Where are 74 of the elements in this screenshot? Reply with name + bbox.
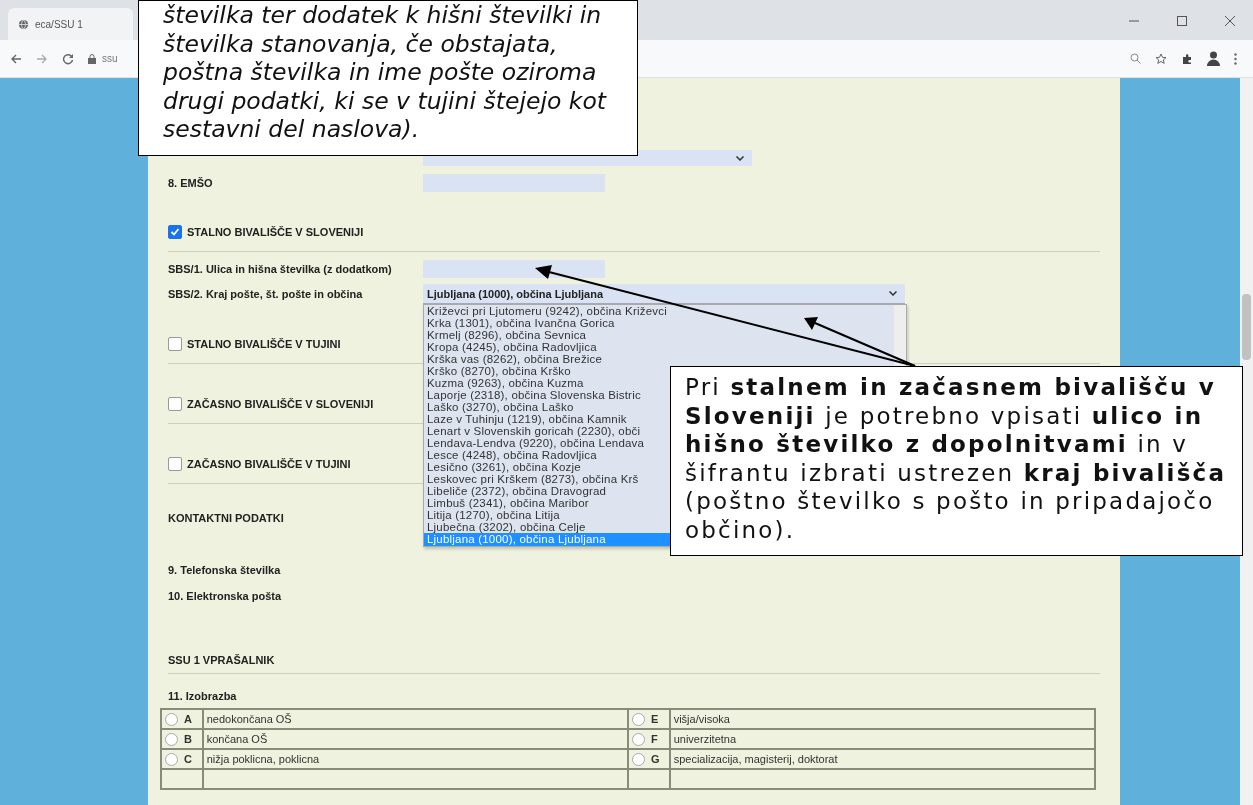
checkbox[interactable]	[168, 337, 182, 351]
option-letter: C	[184, 753, 192, 766]
radio-button[interactable]	[165, 712, 178, 726]
option-text: končana OŠ	[206, 733, 268, 745]
dropdown-option[interactable]: Leskovec pri Krškem (8273), občina Krš	[424, 473, 642, 485]
section-heading: SSU 1 VPRAŠALNIK	[168, 654, 275, 666]
dropdown-option[interactable]: Lendava-Lendva (9220), občina Lendava	[424, 437, 648, 449]
dropdown-option[interactable]: Križevci pri Ljutomeru (9242), občina Križevci	[424, 305, 670, 317]
field-label: 8. EMŠO	[168, 176, 214, 190]
checkbox[interactable]	[168, 457, 182, 471]
dropdown-option[interactable]: Lesično (3261), občina Kozje	[424, 461, 584, 473]
option-text: specializacija, magisterij, doktorat	[673, 753, 838, 765]
checkbox[interactable]	[168, 225, 182, 239]
avatar-icon[interactable]	[1207, 51, 1220, 66]
option-text: univerzitetna	[673, 733, 737, 745]
option-letter: B	[184, 733, 192, 746]
dropdown-option[interactable]: Limbuš (2341), občina Maribor	[424, 497, 592, 509]
dropdown-option[interactable]: Litija (1270), občina Litija	[424, 509, 563, 521]
question-label: 11. Izobrazba	[168, 690, 238, 702]
option-letter: G	[650, 753, 660, 766]
section-title: STALNO BIVALIŠČE V SLOVENIJI	[187, 226, 364, 238]
radio-button[interactable]	[631, 752, 645, 766]
field-label: 9. Telefonska številka	[168, 564, 281, 576]
radio-button[interactable]	[165, 732, 178, 746]
option-text: višja/visoka	[673, 713, 730, 725]
radio-button[interactable]	[631, 732, 645, 746]
dropdown-option[interactable]: Laporje (2318), občina Slovenska Bistric	[424, 389, 644, 401]
field-label: SBS/2. Kraj pošte, št. pošte in občina	[168, 287, 364, 301]
dropdown-option[interactable]: Kropa (4245), občina Radovljica	[424, 341, 600, 353]
browser-tab[interactable]: eca/SSU 1	[8, 8, 133, 40]
globe-icon	[18, 18, 29, 30]
callout-tooltip: številka ter dodatek k hišni številki in številka stanovanja, če obstajata, poštna številka in ime pošte oziroma drugi podatki, ki se v tujini štejejo kot sestavni del naslova).	[138, 0, 638, 156]
section-title: STALNO BIVALIŠČE V TUJINI	[187, 338, 341, 350]
menu-icon[interactable]	[1234, 52, 1237, 65]
reload-icon[interactable]	[62, 52, 74, 65]
dropdown-option[interactable]: Lesce (4248), občina Radovljica	[424, 449, 600, 461]
field-label: SBS/1. Ulica in hišna številka (z dodatkom)	[168, 262, 393, 276]
option-text: nižja poklicna, poklicna	[206, 753, 320, 765]
dropdown-option[interactable]: Kuzma (9263), občina Kuzma	[424, 377, 587, 389]
radio-button[interactable]	[631, 712, 645, 726]
caret-icon	[736, 155, 744, 161]
dropdown-option[interactable]: Lenart v Slovenskih goricah (2230), obči	[424, 425, 644, 437]
dropdown-option[interactable]: Krka (1301), občina Ivančna Gorica	[424, 317, 618, 329]
lock-icon	[88, 53, 96, 64]
dropdown-option[interactable]: Krmelj (8296), občina Sevnica	[424, 329, 590, 341]
dropdown-option[interactable]: Laško (3270), občina Laško	[424, 401, 577, 413]
scrollbar[interactable]	[1240, 78, 1253, 805]
option-letter: E	[650, 713, 659, 726]
option-letter: F	[650, 733, 658, 746]
select-field[interactable]: Ljubljana (1000), občina Ljubljana	[423, 284, 905, 304]
dropdown-option[interactable]: Krška vas (8262), občina Brežice	[424, 353, 606, 365]
dropdown-option[interactable]: Laze v Tuhinju (1219), občina Kamnik	[424, 413, 630, 425]
zoom-icon[interactable]	[1130, 53, 1141, 64]
field-label: 10. Elektronska pošta	[168, 590, 282, 602]
checkbox[interactable]	[168, 397, 182, 411]
dropdown-option[interactable]: Ljubečna (3202), občina Celje	[424, 521, 589, 533]
section-title: ZAČASNO BIVALIŠČE V SLOVENIJI	[187, 398, 374, 410]
back-arrow-icon[interactable]	[10, 52, 22, 65]
maximize-icon[interactable]	[1177, 16, 1187, 26]
dropdown-option[interactable]: Krško (8270), občina Krško	[424, 365, 574, 377]
address-text[interactable]: ssu	[102, 53, 118, 64]
star-icon[interactable]	[1155, 52, 1167, 65]
section-heading: KONTAKTNI PODATKI	[168, 512, 284, 524]
puzzle-icon[interactable]	[1181, 52, 1193, 65]
section-title: ZAČASNO BIVALIŠČE V TUJINI	[187, 458, 351, 470]
callout-tooltip: Pri stalnem in začasnem bivališču v Sloveniji je potrebno vpisati ulico in hišno številko z dopolnitvami in v šifrantu izbrati ustrezen kraj bivališča (poštno številko s pošto in pripadajočo občino).	[670, 366, 1243, 556]
option-letter: A	[184, 713, 192, 726]
dropdown-option[interactable]: Libeliče (2372), občina Dravograd	[424, 485, 610, 497]
option-text: nedokončana OŠ	[206, 713, 292, 725]
caret-icon	[889, 291, 897, 296]
close-icon[interactable]	[1225, 16, 1235, 26]
radio-button[interactable]	[165, 752, 178, 766]
forward-arrow-icon[interactable]	[36, 52, 48, 65]
input-field[interactable]	[423, 260, 605, 278]
